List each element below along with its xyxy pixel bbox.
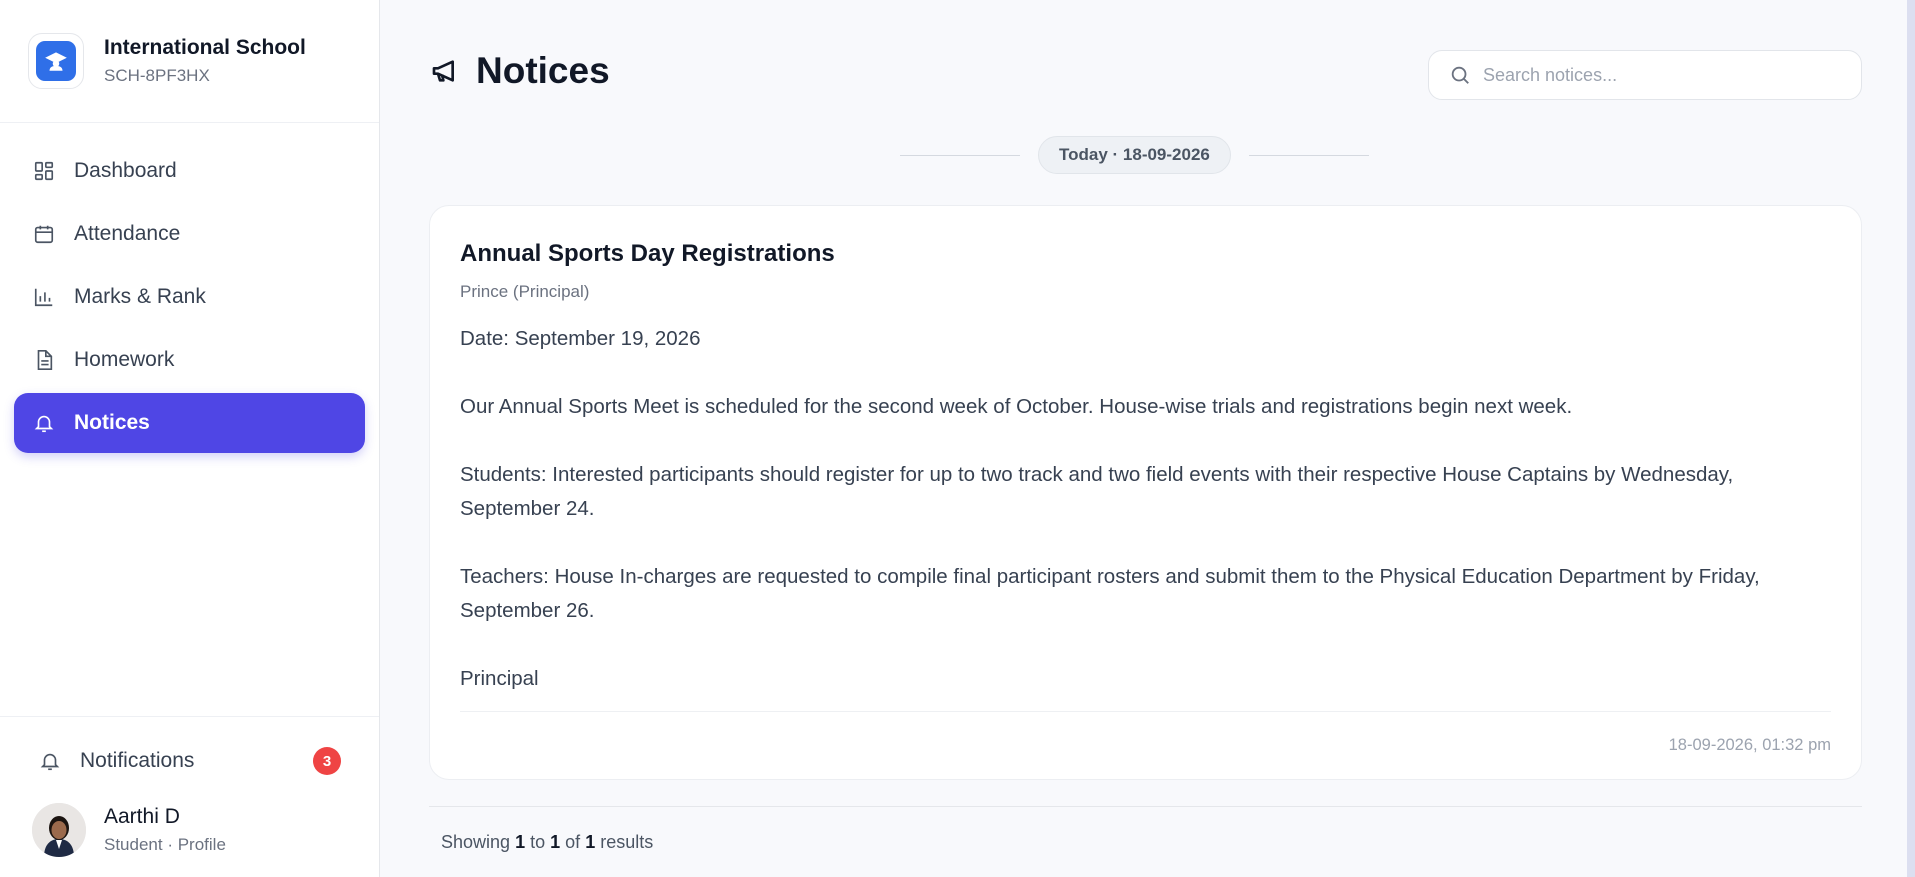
bell-icon (32, 411, 56, 435)
school-logo (28, 33, 84, 89)
notice-paragraph: Principal (460, 667, 539, 690)
divider-line (1248, 154, 1369, 156)
pagination-from: 1 (515, 832, 526, 852)
bell-icon (38, 749, 62, 773)
notice-footer: 18-09-2026, 01:32 pm (460, 711, 1831, 779)
sidebar-item-dashboard[interactable]: Dashboard (14, 141, 365, 201)
page-title-text: Notices (476, 50, 610, 91)
notice-card[interactable]: Annual Sports Day Registrations Prince (… (429, 205, 1862, 780)
page-title: Notices (430, 50, 610, 92)
sidebar-item-label: Notices (74, 411, 150, 434)
document-icon (32, 348, 56, 372)
main-content: Notices Today · 18-09-2026 Annual Sports… (380, 0, 1915, 877)
grid-icon (32, 159, 56, 183)
pagination-of-word: of (565, 832, 581, 852)
notice-paragraph: Our Annual Sports Meet is scheduled for … (460, 395, 1573, 418)
notice-author: Prince (Principal) (460, 282, 590, 301)
pagination-prefix: Showing (441, 832, 511, 852)
sidebar-item-label: Homework (74, 348, 175, 371)
user-name: Aarthi D (104, 805, 180, 828)
sidebar-item-label: Attendance (74, 222, 181, 245)
search-input[interactable] (1483, 64, 1841, 86)
megaphone-icon (430, 54, 464, 88)
school-code: SCH-8PF3HX (104, 66, 210, 85)
sidebar-item-notices[interactable]: Notices (14, 393, 365, 453)
search-box[interactable] (1428, 50, 1862, 100)
pagination-total: 1 (585, 832, 596, 852)
notice-paragraph: Students: Interested participants should… (460, 463, 1734, 520)
date-group-label: Today · 18-09-2026 (1038, 136, 1231, 174)
scrollbar[interactable] (1907, 0, 1915, 877)
user-role-profile-link[interactable]: Student · Profile (104, 835, 226, 855)
divider (429, 806, 1862, 807)
graduation-cap-icon (36, 41, 76, 81)
sidebar: International School SCH-8PF3HX Dashboar… (0, 0, 380, 877)
school-brand: International School SCH-8PF3HX (0, 0, 379, 123)
sidebar-item-label: Marks & Rank (74, 285, 206, 308)
date-group-divider: Today · 18-09-2026 (900, 136, 1369, 174)
sidebar-footer: Notifications 3 Aarthi D Student · Profi… (0, 716, 379, 877)
user-profile[interactable]: Aarthi D Student · Profile (20, 791, 359, 857)
bar-chart-icon (32, 285, 56, 309)
pagination-to-word: to (530, 832, 546, 852)
sidebar-item-attendance[interactable]: Attendance (14, 204, 365, 264)
sidebar-item-marks-rank[interactable]: Marks & Rank (14, 267, 365, 327)
notifications-count-badge: 3 (313, 747, 341, 775)
sidebar-item-homework[interactable]: Homework (14, 330, 365, 390)
divider-line (900, 154, 1020, 156)
sidebar-item-label: Dashboard (74, 159, 177, 182)
notifications-button[interactable]: Notifications 3 (20, 731, 359, 791)
avatar (32, 803, 86, 857)
school-name: International School (104, 36, 306, 59)
pagination-suffix: results (600, 832, 654, 852)
notice-body: Date: September 19, 2026 Our Annual Spor… (460, 322, 1831, 696)
sidebar-nav: Dashboard Attendance Marks & Rank Homewo… (0, 123, 379, 474)
notifications-label: Notifications (80, 749, 195, 772)
notice-title: Annual Sports Day Registrations (460, 240, 835, 267)
calendar-icon (32, 222, 56, 246)
notice-timestamp: 18-09-2026, 01:32 pm (1668, 736, 1831, 754)
search-icon (1449, 64, 1471, 86)
pagination-to: 1 (550, 832, 561, 852)
pagination-summary: Showing 1 to 1 of 1 results (441, 832, 653, 853)
notice-paragraph: Date: September 19, 2026 (460, 327, 701, 350)
scrollbar-thumb[interactable] (1907, 0, 1915, 877)
notice-paragraph: Teachers: House In-charges are requested… (460, 565, 1760, 622)
